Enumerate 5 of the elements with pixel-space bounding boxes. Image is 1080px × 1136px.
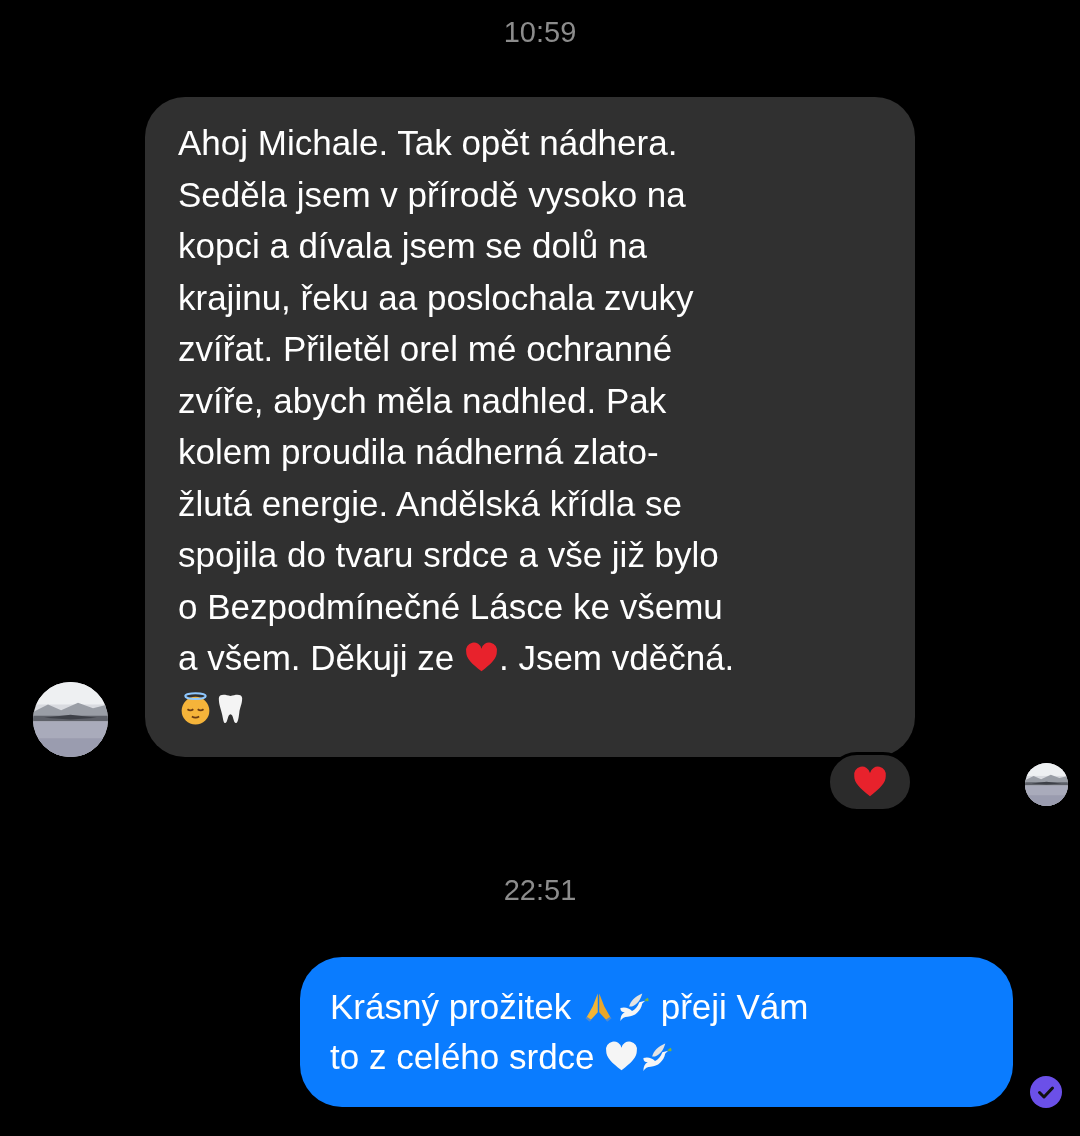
- message-text: Ahoj Michale. Tak opět nádhera. Seděla jsem v přírodě vysoko na kopci a dívala jsem se dolů na krajinu, řeku aa poslochala zvuky zvířat. Přiletěl orel mé ochranné zvíře, abych měla nadhled. Pak kolem proudila nádherná zlato- žlutá energie. Andělská křídla se spojila do tvaru srdce a vše již bylo o Bezpodmínečné Lásce ke všemu a všem. Děkuji ze . Jsem vděčná.: [178, 117, 895, 735]
- message-bubble[interactable]: Krásný prožitek přeji Vám to z celého srdce: [300, 957, 1013, 1107]
- timestamp: 22:51: [503, 873, 577, 908]
- message-text: Krásný prožitek přeji Vám to z celého srdce: [330, 986, 810, 1078]
- timestamp: 10:59: [503, 15, 577, 50]
